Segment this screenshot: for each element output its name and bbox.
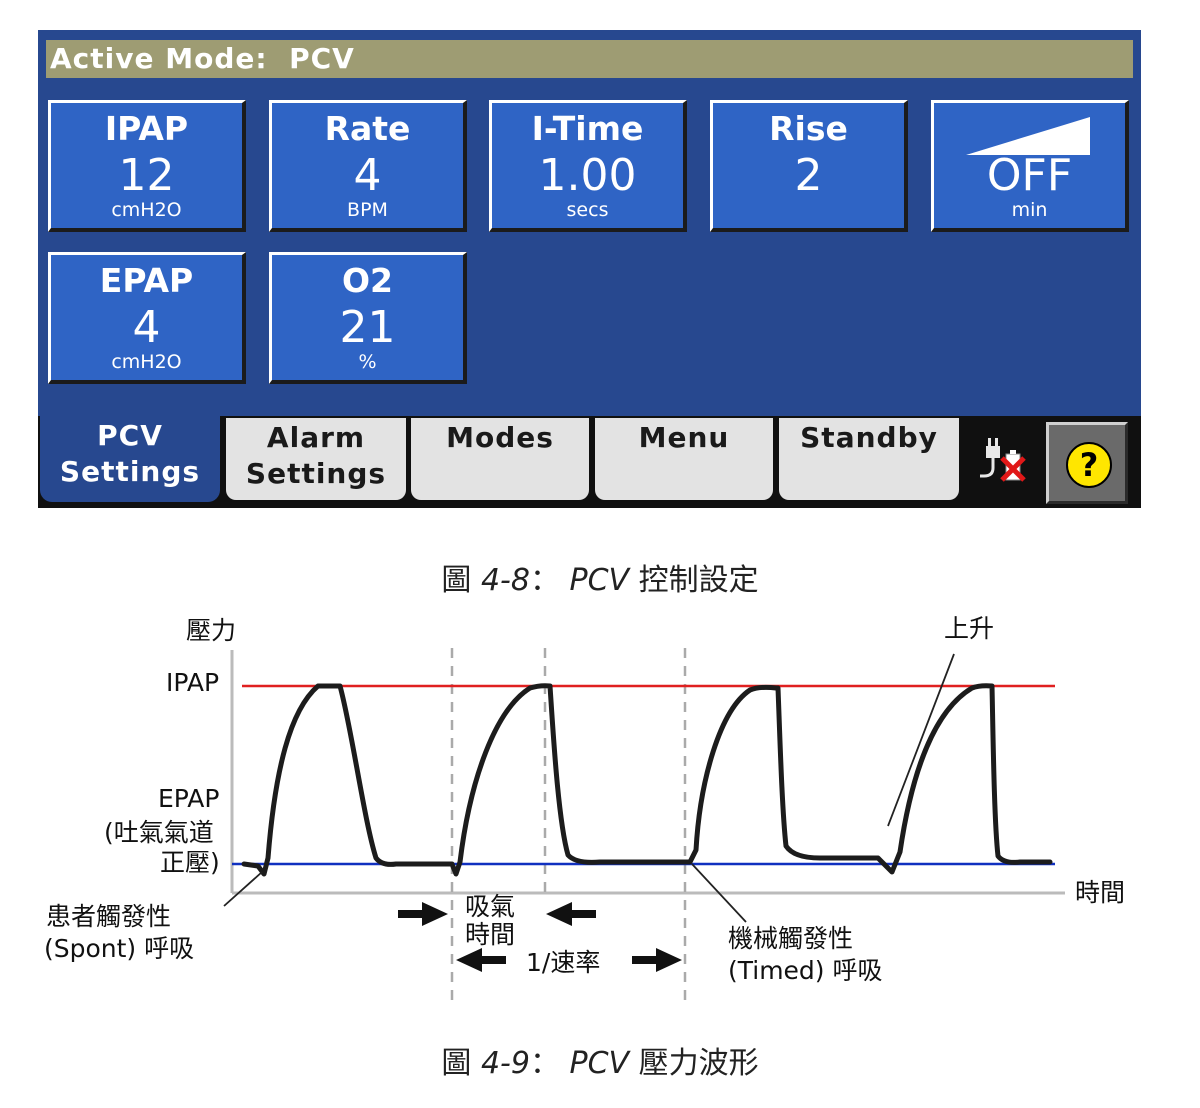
timed-breath-label-sub: (Timed) 呼吸 (728, 956, 883, 985)
caption-separator: ： (529, 563, 560, 598)
tile-value: 2 (794, 150, 823, 201)
caption-text: 控制設定 (638, 563, 759, 598)
rise-label: 上升 (944, 614, 995, 643)
tile-value: 4 (353, 150, 382, 201)
help-button[interactable]: ? (1046, 422, 1128, 504)
epap-label-sub2: 正壓) (160, 848, 220, 877)
ventilator-screen: Active Mode: PCV IPAP 12 cmH2O Rate 4 BP… (38, 30, 1141, 508)
y-axis-label: 壓力 (186, 616, 237, 645)
tab-label-line1: Alarm (266, 421, 366, 454)
tile-unit: cmH2O (111, 351, 182, 373)
ac-power-disconnected-icon (980, 438, 1026, 482)
rate-arrow-right (632, 948, 682, 972)
caption-prefix: 圖 (441, 563, 472, 598)
epap-label-sub1: (吐氣氣道 (104, 818, 214, 847)
tile-unit: cmH2O (111, 199, 182, 221)
caption-separator: ： (529, 1046, 560, 1081)
tile-value: 12 (118, 150, 175, 201)
tab-menu[interactable]: Menu (595, 418, 773, 500)
tile-label: I-Time (531, 109, 644, 148)
epap-tile[interactable]: EPAP 4 cmH2O (48, 252, 246, 384)
x-axis-label: 時間 (1075, 878, 1126, 907)
tile-value: 4 (132, 302, 161, 353)
pressure-waveform-curve (241, 683, 1053, 877)
active-mode-bar: Active Mode: PCV (46, 40, 1133, 78)
timed-breath-label: 機械觸發性 (728, 924, 854, 953)
tab-alarm-settings[interactable]: Alarm Settings (226, 418, 406, 500)
ipap-tile[interactable]: IPAP 12 cmH2O (48, 100, 246, 232)
insp-time-arrow-left (398, 902, 448, 926)
caption-figure-number: 4-8 (480, 563, 530, 598)
tab-label-line1: Modes (446, 421, 554, 454)
figure-caption-4-9: 圖 4-9： PCV 壓力波形 (0, 1038, 1200, 1082)
tab-standby[interactable]: Standby (779, 418, 959, 500)
ipap-label: IPAP (166, 668, 220, 697)
o2-tile[interactable]: O2 21 % (269, 252, 467, 384)
rate-tile[interactable]: Rate 4 BPM (269, 100, 467, 232)
rise-pointer-line (887, 653, 955, 827)
tab-label-line1: PCV (97, 419, 163, 452)
tab-label-line1: Menu (638, 421, 730, 454)
tab-label-line2: Settings (59, 455, 201, 488)
caption-mode: PCV (569, 1046, 630, 1081)
rate-arrow-left (456, 948, 506, 972)
tile-label: Rate (324, 109, 411, 148)
spont-pointer-line (223, 871, 263, 907)
tile-value: 1.00 (538, 150, 637, 201)
caption-text: 壓力波形 (638, 1046, 759, 1081)
tile-unit: secs (566, 199, 609, 221)
tab-modes[interactable]: Modes (411, 418, 589, 500)
epap-label: EPAP (158, 784, 220, 813)
tab-pcv-settings[interactable]: PCV Settings (40, 416, 220, 502)
tile-label: Rise (769, 109, 848, 148)
spont-breath-label-sub: (Spont) 呼吸 (44, 934, 195, 963)
i-time-tile[interactable]: I-Time 1.00 secs (489, 100, 687, 232)
insp-time-label: 吸氣 (465, 892, 516, 921)
figure-caption-4-8: 圖 4-8： PCV 控制設定 (0, 555, 1200, 599)
tile-label: IPAP (104, 109, 189, 148)
tile-value: OFF (986, 150, 1073, 201)
spont-breath-label: 患者觸發性 (46, 902, 172, 931)
insp-time-arrow-right (546, 902, 596, 926)
caption-prefix: 圖 (441, 1046, 472, 1081)
tile-label: EPAP (99, 261, 194, 300)
rate-label: 1/速率 (526, 948, 601, 977)
caption-figure-number: 4-9 (480, 1046, 530, 1081)
ramp-tile[interactable]: OFF min (931, 100, 1129, 232)
tab-label-line1: Standby (800, 421, 938, 454)
active-mode-prefix: Active Mode: (50, 42, 268, 75)
active-mode-value: PCV (289, 42, 355, 75)
tile-unit: min (1011, 199, 1048, 221)
tile-unit: % (358, 351, 377, 373)
tile-label: O2 (341, 261, 393, 300)
tile-value: 21 (339, 302, 396, 353)
help-question-icon: ? (1066, 442, 1112, 488)
tile-unit: BPM (347, 199, 388, 221)
insp-time-label-sub: 時間 (465, 920, 516, 949)
rise-tile[interactable]: Rise 2 (710, 100, 908, 232)
caption-mode: PCV (569, 563, 630, 598)
tab-label-line2: Settings (245, 457, 387, 490)
pcv-pressure-waveform: 壓力 IPAP EPAP (吐氣氣道 正壓) 上升 時間 患者觸發性 (Spon… (0, 600, 1200, 1020)
